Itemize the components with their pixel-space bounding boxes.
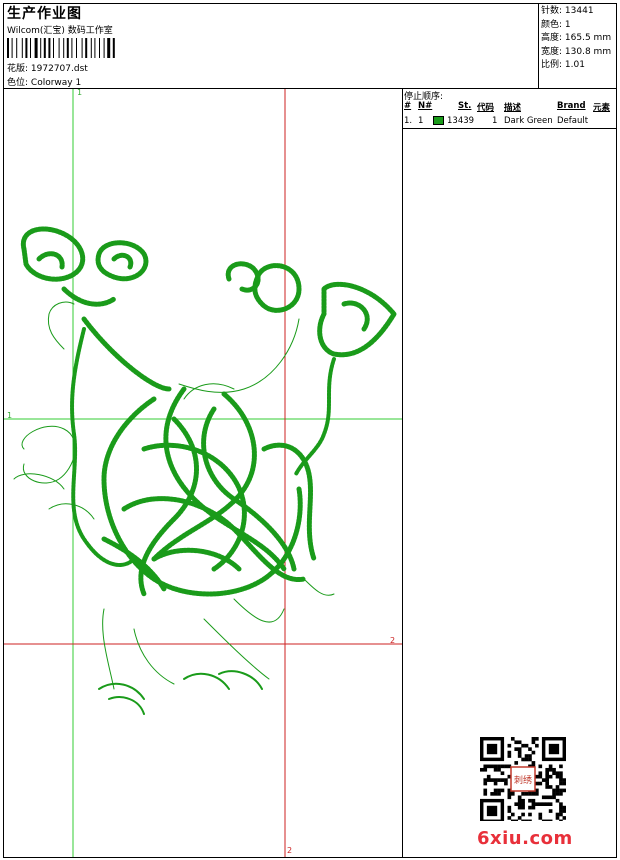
colorway-label: 色位: <box>7 78 29 88</box>
stat-colors: 颜色: 1 <box>541 19 571 30</box>
guide-label-h1: 1 <box>7 411 13 420</box>
stat-height: 高度: 165.5 mm <box>541 33 612 43</box>
site-logo: 6xiu.com <box>477 828 573 849</box>
row-brand: Default <box>557 116 589 126</box>
pattern-label: 花版: <box>7 64 29 74</box>
pattern-value: 1972707.dst <box>30 64 88 74</box>
stat-stitches: 针数: 13441 <box>541 6 594 16</box>
right-bird-head <box>225 261 397 358</box>
row-code: 1 <box>492 116 498 126</box>
outline-strands <box>13 383 335 690</box>
col-code: 代码 <box>477 103 495 113</box>
color-swatch <box>433 116 444 125</box>
col-index: # <box>404 101 412 111</box>
page-title: 生产作业图 <box>7 6 82 22</box>
bird-feet <box>98 670 263 715</box>
stat-scale: 比例: 1.01 <box>541 60 585 70</box>
colorway-line: 色位: Colorway 1 <box>7 75 81 88</box>
row-stitches: 13439 <box>447 116 475 126</box>
colorway-value: Colorway 1 <box>30 78 82 88</box>
col-stitches: St. <box>458 101 472 111</box>
guide-label-v1: 1 <box>77 88 83 97</box>
left-bird-head <box>20 226 149 307</box>
pattern-line: 花版: 1972707.dst <box>7 61 88 74</box>
row-description: Dark Green <box>504 116 553 126</box>
guide-label-v2: 2 <box>287 846 293 855</box>
guide-label-h2: 2 <box>390 636 396 645</box>
central-knot <box>101 386 317 597</box>
embroidery-motif <box>13 226 397 715</box>
row-n: 1 <box>418 116 424 126</box>
seal-text: 刺绣 <box>514 774 532 786</box>
stats-panel: 针数: 13441 颜色: 1 高度: 165.5 mm 宽度: 130.8 m… <box>541 5 611 73</box>
studio-name: Wilcom(汇宝) 数码工作室 <box>7 26 113 36</box>
col-description: 描述 <box>504 103 522 113</box>
sidebar-divider-vertical <box>402 88 403 858</box>
col-element: 元素 <box>593 103 611 113</box>
col-brand: Brand <box>557 101 586 111</box>
qr-code-icon: 刺绣 <box>480 737 566 821</box>
col-n: N# <box>418 101 433 111</box>
header-divider-vertical <box>538 3 539 89</box>
row-index: 1. <box>404 116 413 126</box>
sidebar-divider-horizontal <box>402 128 617 129</box>
embroidery-design-canvas <box>4 89 402 857</box>
stat-width: 宽度: 130.8 mm <box>541 46 612 57</box>
barcode-icon <box>7 38 115 58</box>
